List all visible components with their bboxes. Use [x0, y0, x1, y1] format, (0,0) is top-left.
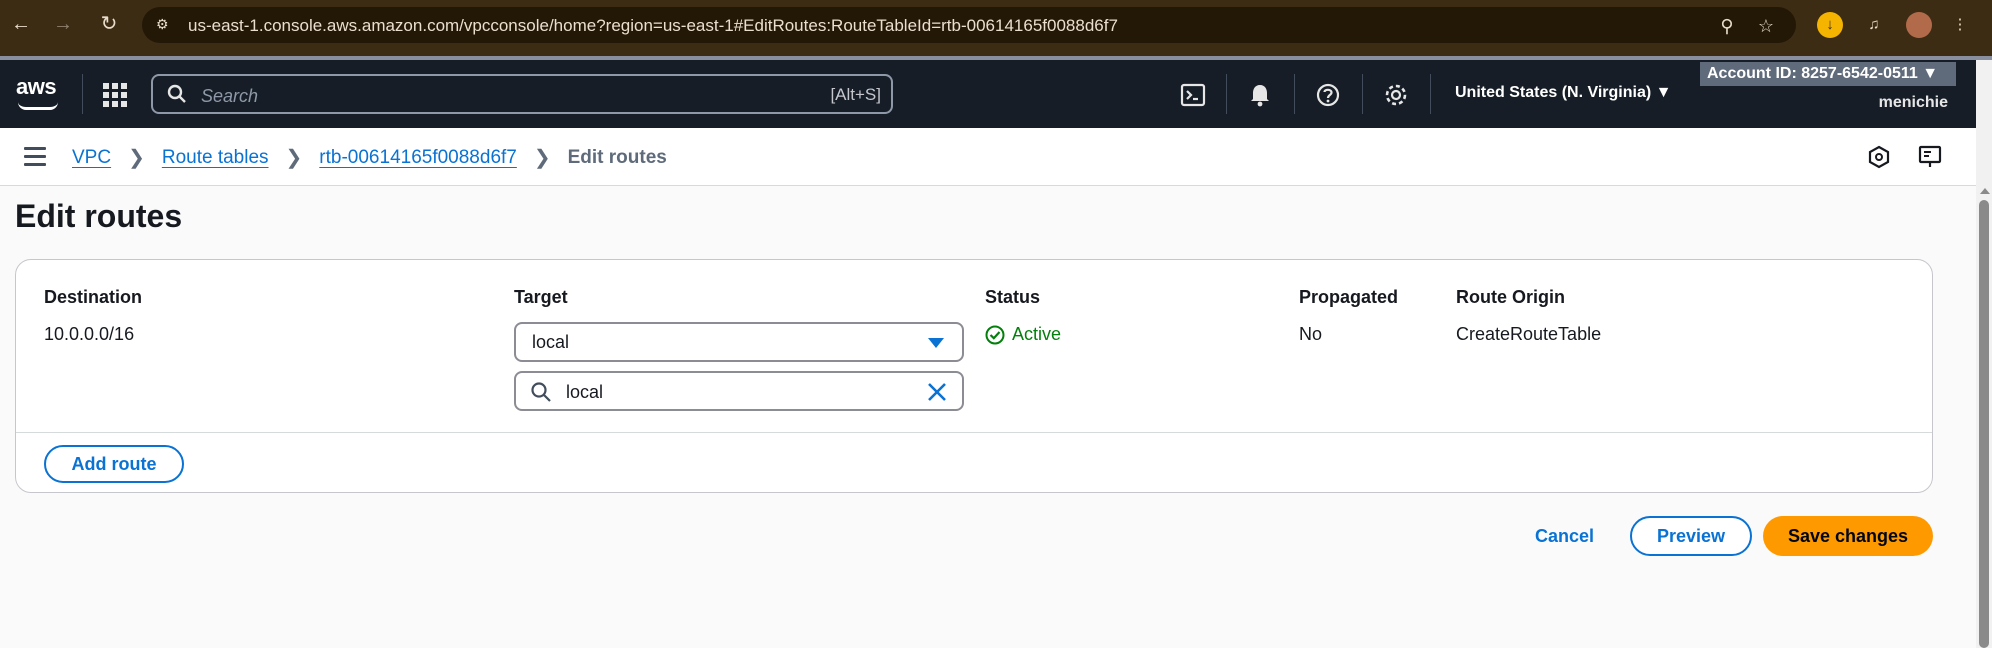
route-origin: CreateRouteTable	[1456, 324, 1602, 344]
route-status: Active	[985, 324, 1061, 345]
clear-x-icon[interactable]	[924, 379, 950, 405]
route-propagated: No	[1299, 324, 1323, 344]
check-circle-icon	[985, 325, 1005, 344]
region-selector[interactable]: United States (N. Virginia) ▼	[1455, 84, 1671, 102]
breadcrumb-vpc[interactable]: VPC	[72, 147, 111, 169]
scrollbar-thumb[interactable]	[1979, 200, 1989, 648]
cloudshell-icon[interactable]	[1180, 82, 1206, 108]
route-destination: 10.0.0.0/16	[44, 324, 135, 344]
notifications-bell-icon[interactable]	[1247, 82, 1273, 108]
search-shortcut: [Alt+S]	[830, 85, 881, 104]
target-filter-value: local	[566, 382, 604, 402]
aws-logo-smile	[18, 102, 58, 110]
username[interactable]: menichie	[1879, 94, 1948, 112]
hamburger-menu-icon[interactable]	[24, 147, 46, 166]
breadcrumb-current: Edit routes	[567, 146, 667, 168]
column-header-target: Target	[514, 287, 568, 307]
search-icon	[531, 382, 551, 402]
cancel-button[interactable]: Cancel	[1535, 526, 1594, 547]
column-header-status: Status	[985, 287, 1041, 307]
panel-divider	[16, 432, 1932, 433]
breadcrumb-bar: VPC ❯ Route tables ❯ rtb-00614165f0088d6…	[0, 128, 1976, 186]
target-select-value: local	[532, 332, 570, 352]
search-input[interactable]: Search [Alt+S]	[151, 74, 893, 114]
url-text[interactable]: us-east-1.console.aws.amazon.com/vpccons…	[188, 16, 1118, 36]
column-header-propagated: Propagated	[1299, 287, 1399, 307]
aws-top-navigation: aws Search [Alt+S] United States (N. Vir…	[0, 60, 1976, 128]
chevron-right-icon: ❯	[285, 147, 303, 169]
nav-divider	[1294, 74, 1295, 114]
chevron-right-icon: ❯	[128, 147, 145, 169]
search-icon	[167, 84, 186, 103]
breadcrumb: VPC ❯ Route tables ❯ rtb-00614165f0088d6…	[72, 145, 667, 170]
nav-divider	[1362, 74, 1363, 114]
routes-container: Destination Target Status Propagated Rou…	[15, 259, 1933, 493]
reload-icon[interactable]: ↻	[96, 11, 122, 37]
services-menu-icon[interactable]	[103, 83, 127, 107]
feedback-hex-icon[interactable]	[1866, 144, 1892, 170]
caret-down-icon	[928, 338, 944, 348]
aws-logo[interactable]: aws	[16, 74, 57, 100]
account-id-menu[interactable]: Account ID: 8257-6542-0511 ▼	[1700, 62, 1956, 86]
search-placeholder: Search	[201, 86, 259, 106]
add-route-button[interactable]: Add route	[44, 445, 184, 483]
media-control-icon[interactable]: ♫	[1861, 12, 1887, 38]
breadcrumb-route-table-id[interactable]: rtb-00614165f0088d6f7	[319, 147, 517, 169]
preview-button[interactable]: Preview	[1630, 516, 1752, 556]
nav-divider	[1226, 74, 1227, 114]
route-status-text: Active	[1012, 324, 1062, 344]
column-header-destination: Destination	[44, 287, 143, 307]
download-icon[interactable]: ↓	[1817, 12, 1843, 38]
profile-avatar[interactable]	[1906, 12, 1932, 38]
chevron-right-icon: ❯	[533, 147, 551, 169]
target-filter-input[interactable]: local	[514, 371, 964, 411]
browser-toolbar: ← → ↻ ⚙ us-east-1.console.aws.amazon.com…	[0, 0, 1992, 56]
zoom-icon[interactable]: ⚲	[1716, 15, 1738, 37]
settings-gear-icon[interactable]	[1383, 82, 1409, 108]
tools-panel-icon[interactable]	[1917, 144, 1943, 170]
target-select[interactable]: local	[514, 322, 964, 362]
breadcrumb-route-tables[interactable]: Route tables	[162, 147, 269, 169]
help-icon[interactable]	[1315, 82, 1341, 108]
page-title: Edit routes	[15, 198, 183, 234]
forward-icon[interactable]: →	[50, 11, 76, 37]
save-changes-button[interactable]: Save changes	[1763, 516, 1933, 556]
back-icon[interactable]: ←	[8, 11, 34, 37]
scroll-up-arrow-icon[interactable]	[1980, 188, 1990, 194]
column-header-route-origin: Route Origin	[1456, 287, 1565, 307]
nav-divider	[82, 74, 83, 114]
address-bar[interactable]: ⚙ us-east-1.console.aws.amazon.com/vpcco…	[142, 7, 1796, 43]
bookmark-star-icon[interactable]: ☆	[1755, 15, 1777, 37]
browser-menu-icon[interactable]: ⋮	[1952, 12, 1968, 38]
site-info-icon[interactable]: ⚙	[156, 16, 176, 34]
nav-divider	[1430, 74, 1431, 114]
